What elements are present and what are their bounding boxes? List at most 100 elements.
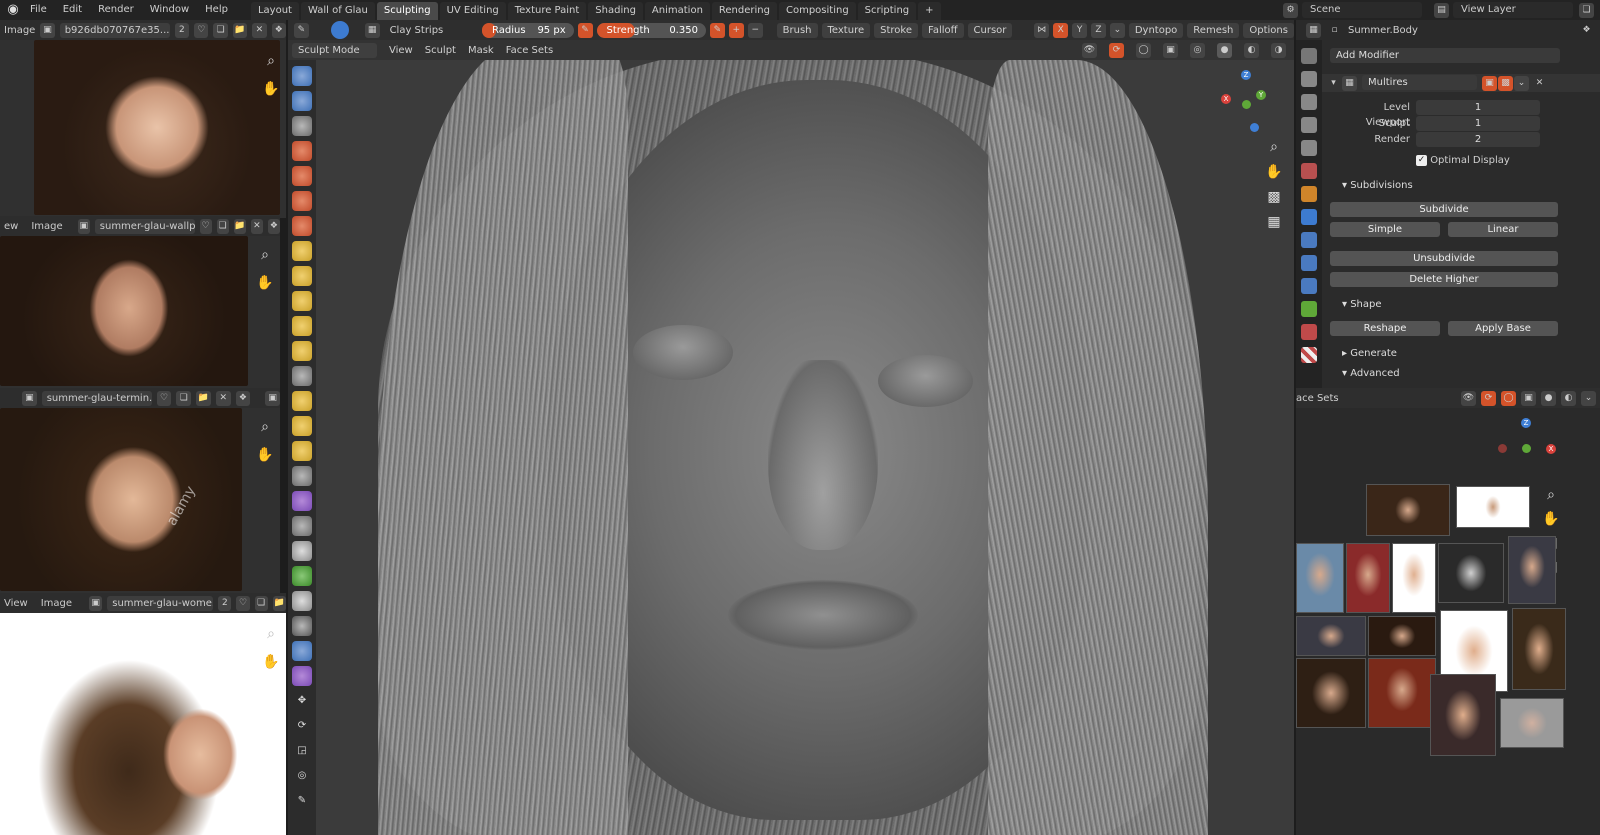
material-tab-icon[interactable] [1301, 324, 1317, 340]
brush-name-field[interactable]: Clay Strips [383, 22, 479, 38]
axis-neg-x-dot[interactable] [1498, 444, 1507, 453]
pin-icon[interactable]: ❖ [271, 22, 286, 38]
reference-thumbnail[interactable] [1500, 698, 1564, 748]
strength-pressure-icon[interactable]: ✎ [709, 22, 725, 38]
fake-user-icon[interactable]: ♡ [194, 22, 209, 38]
menu-window[interactable]: Window [142, 0, 197, 20]
menu-file[interactable]: File [22, 0, 55, 20]
draw-sharp-brush-icon[interactable] [292, 91, 312, 111]
level-viewport-field[interactable]: 1 [1416, 100, 1540, 115]
reference-thumbnail[interactable] [1456, 486, 1530, 528]
apply-base-button[interactable]: Apply Base [1448, 321, 1558, 336]
axis-y-dot[interactable] [1522, 444, 1531, 453]
clay-thumb-brush-icon[interactable] [292, 166, 312, 186]
pose-brush-icon[interactable] [292, 491, 312, 511]
reference-thumbnail[interactable] [1392, 543, 1436, 613]
view-layer-icon[interactable]: ▤ [1434, 2, 1449, 18]
chevron-down-icon[interactable]: ⌄ [1581, 390, 1596, 406]
editor-type-icon[interactable]: ✎ [294, 22, 309, 38]
scale-tool-icon[interactable]: ◲ [292, 741, 312, 761]
pan-hand-icon[interactable]: ✋ [254, 272, 276, 294]
xray-icon[interactable]: ▣ [1521, 390, 1536, 406]
reference-thumbnail[interactable] [1430, 674, 1496, 756]
flatten-brush-icon[interactable] [292, 316, 312, 336]
scrape-brush-icon[interactable] [292, 366, 312, 386]
image-browse-icon[interactable]: ▣ [40, 22, 55, 38]
axis-x-dot[interactable]: X [1546, 444, 1556, 454]
render-level-field[interactable]: 2 [1416, 132, 1540, 147]
navigation-gizmo[interactable]: Z X Y [1218, 70, 1278, 132]
rotate-brush-icon[interactable] [292, 541, 312, 561]
pan-hand-icon[interactable]: ✋ [254, 444, 276, 466]
perspective-grid-icon[interactable]: ▦ [1263, 211, 1285, 233]
image-filename[interactable]: summer-glau-wome... [107, 595, 214, 611]
wireframe-shading-icon[interactable]: ◎ [1190, 42, 1205, 58]
pan-hand-icon[interactable]: ✋ [1263, 161, 1285, 183]
image-filename[interactable]: summer-glau-termin... [41, 390, 152, 406]
strength-slider[interactable]: Strength 0.350 [596, 22, 706, 38]
add-workspace-button[interactable]: + [918, 1, 941, 20]
remove-modifier-icon[interactable]: ✕ [1532, 76, 1547, 91]
cursor-dropdown[interactable]: Cursor [967, 22, 1013, 38]
mask-brush-icon[interactable] [292, 566, 312, 586]
tab-sculpting[interactable]: Sculpting [376, 1, 438, 20]
material-shading-icon[interactable]: ◐ [1244, 42, 1259, 58]
generate-section[interactable]: ▸ Generate [1342, 348, 1397, 359]
reference-thumbnail[interactable] [1296, 616, 1366, 656]
zoom-icon[interactable]: ⌕ [254, 244, 276, 266]
symmetry-z-toggle[interactable]: Z [1091, 22, 1106, 38]
overlay-icon[interactable]: ◯ [1136, 42, 1151, 58]
pan-hand-icon[interactable]: ✋ [1540, 508, 1562, 530]
image-menu[interactable]: Image [41, 598, 72, 609]
fake-user-icon[interactable]: ♡ [156, 390, 172, 406]
radius-pressure-icon[interactable]: ✎ [577, 22, 593, 38]
new-view-layer-icon[interactable]: ❏ [1579, 2, 1594, 18]
tab-uv-editing[interactable]: UV Editing [439, 1, 506, 20]
pin-icon[interactable]: ❖ [267, 218, 280, 234]
reference-thumbnail[interactable] [1438, 543, 1504, 603]
brush-slot-icon[interactable]: ▦ [364, 22, 380, 38]
close-icon[interactable]: ✕ [252, 22, 267, 38]
menu-mask[interactable]: Mask [468, 45, 494, 56]
axis-x-dot[interactable]: X [1221, 94, 1231, 104]
zoom-icon[interactable]: ⌕ [1263, 136, 1285, 158]
face-sets-menu[interactable]: ace Sets [1296, 393, 1339, 404]
3d-viewport[interactable]: ✎ ▦ Clay Strips Radius 95 px ✎ Strength … [288, 20, 1294, 835]
chevron-down-icon[interactable]: ⌄ [1514, 76, 1529, 91]
reference-thumbnail[interactable] [1368, 658, 1436, 728]
snake-hook-brush-icon[interactable] [292, 441, 312, 461]
move-tool-icon[interactable]: ✥ [292, 691, 312, 711]
nudge-brush-icon[interactable] [292, 516, 312, 536]
image-browse-icon[interactable]: ▣ [77, 218, 90, 234]
xray-icon[interactable]: ▣ [1163, 42, 1178, 58]
dyntopo-dropdown[interactable]: Dyntopo [1128, 22, 1184, 38]
grab-brush-icon[interactable] [292, 416, 312, 436]
zoom-icon[interactable]: ⌕ [260, 623, 282, 645]
menu-view[interactable]: View [389, 45, 413, 56]
menu-render[interactable]: Render [90, 0, 142, 20]
image-browse-icon[interactable]: ▣ [89, 595, 103, 611]
tab-shading[interactable]: Shading [588, 1, 643, 20]
pinch-brush-icon[interactable] [292, 391, 312, 411]
new-image-icon[interactable]: ❏ [254, 595, 268, 611]
axis-z-dot[interactable]: Z [1241, 70, 1251, 80]
draw-brush-icon[interactable] [292, 66, 312, 86]
tab-scripting[interactable]: Scripting [857, 1, 917, 20]
scene-icon[interactable]: ⚙ [1283, 2, 1298, 18]
mode-selector[interactable]: Sculpt Mode [292, 42, 377, 58]
texture-dropdown[interactable]: Texture [821, 22, 871, 38]
axis-z-dot[interactable]: Z [1521, 418, 1531, 428]
solid-shading-icon[interactable]: ● [1217, 42, 1232, 58]
box-mask-icon[interactable] [292, 591, 312, 611]
object-tab-icon[interactable] [1301, 186, 1317, 202]
symmetry-y-toggle[interactable]: Y [1072, 22, 1088, 38]
rotate-tool-icon[interactable]: ⟳ [292, 716, 312, 736]
particles-tab-icon[interactable] [1301, 232, 1317, 248]
optimal-display-checkbox[interactable]: ✓ Optimal Display [1416, 153, 1556, 168]
mini-gizmo[interactable]: Z X [1496, 418, 1556, 478]
image-menu[interactable]: Image [4, 25, 35, 36]
collapse-icon[interactable]: ▾ [1326, 76, 1341, 91]
constraints-tab-icon[interactable] [1301, 278, 1317, 294]
world-tab-icon[interactable] [1301, 163, 1317, 179]
tab-rendering[interactable]: Rendering [711, 1, 777, 20]
